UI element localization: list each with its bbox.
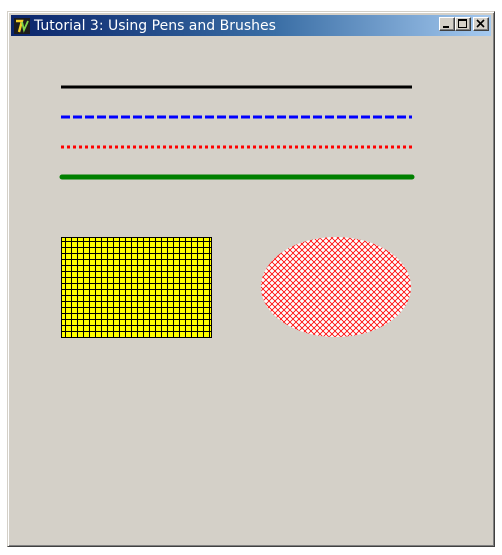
pens-brushes-drawing bbox=[59, 85, 415, 338]
minimize-icon bbox=[440, 18, 454, 30]
window-title: Tutorial 3: Using Pens and Brushes bbox=[34, 17, 276, 34]
maximize-button[interactable] bbox=[455, 17, 471, 31]
diagonal-cross-ellipse bbox=[261, 237, 411, 337]
app-window: Tutorial 3: Using Pens and Brushes bbox=[7, 11, 495, 547]
close-icon bbox=[474, 18, 488, 30]
qt-logo-icon[interactable] bbox=[13, 17, 31, 35]
maximize-icon bbox=[456, 18, 470, 30]
caption-buttons bbox=[439, 17, 489, 31]
close-button[interactable] bbox=[473, 17, 489, 31]
minimize-button[interactable] bbox=[439, 17, 455, 31]
drawing-canvas bbox=[11, 37, 491, 543]
cross-pattern-rectangle bbox=[61, 237, 212, 338]
title-bar[interactable]: Tutorial 3: Using Pens and Brushes bbox=[11, 15, 491, 36]
